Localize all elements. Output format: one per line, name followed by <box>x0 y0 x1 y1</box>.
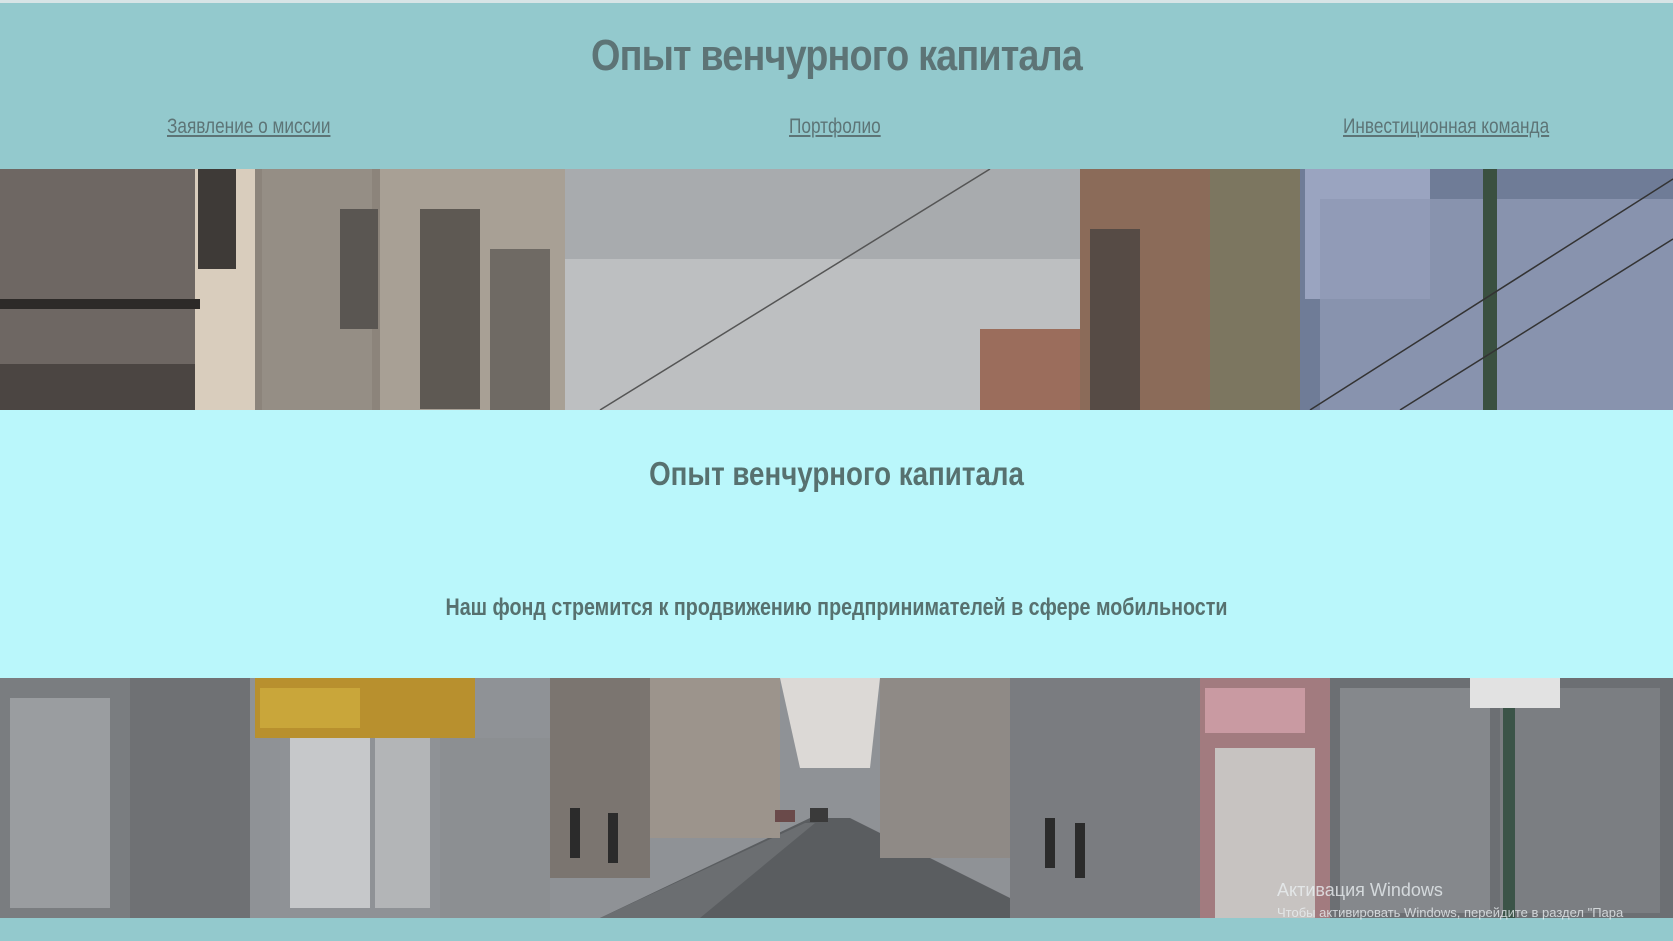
windows-activation-watermark: Активация Windows Чтобы активировать Win… <box>1277 880 1623 920</box>
intro-section: Опыт венчурного капитала Наш фонд стреми… <box>0 410 1673 678</box>
watermark-title: Активация Windows <box>1277 880 1443 900</box>
nav-link-mission[interactable]: Заявление о миссии <box>167 115 330 139</box>
footer-strip <box>0 918 1673 941</box>
section-subtitle: Наш фонд стремится к продвижению предпри… <box>445 594 1228 621</box>
site-title: Опыт венчурного капитала <box>591 31 1083 80</box>
site-header: Опыт венчурного капитала Заявление о мис… <box>0 3 1673 169</box>
nav-link-portfolio[interactable]: Портфолио <box>789 115 881 139</box>
nav-link-team[interactable]: Инвестиционная команда <box>1343 115 1549 139</box>
watermark-subtitle: Чтобы активировать Windows, перейдите в … <box>1277 905 1624 920</box>
page: Опыт венчурного капитала Заявление о мис… <box>0 0 1673 941</box>
street-buildings-photo <box>0 169 1673 410</box>
section-title: Опыт венчурного капитала <box>649 455 1024 492</box>
hero-photo-top <box>0 169 1673 410</box>
